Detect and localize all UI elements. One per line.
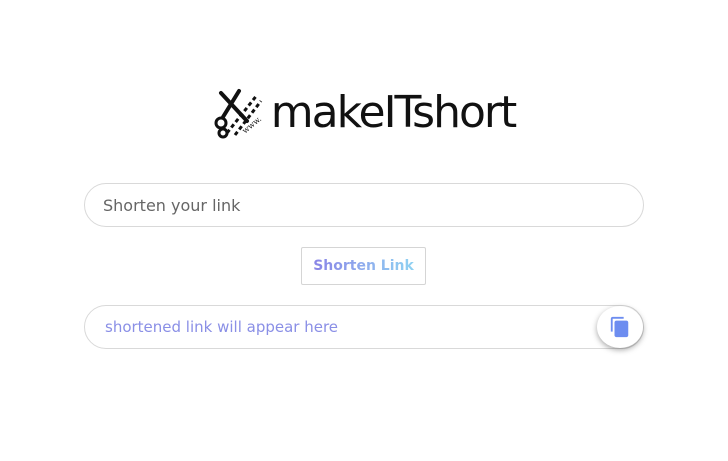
header: www. makeITshort [0,84,728,142]
copy-button[interactable] [597,306,643,348]
logo: www. makeITshort [213,87,517,139]
shorten-link-button[interactable]: Shorten Link [301,247,426,285]
brand-name: makeITshort [270,87,517,138]
shortened-link-output[interactable] [84,305,644,349]
scissors-icon: www. [214,89,263,139]
copy-icon [610,316,629,338]
result-field-wrapper [84,305,644,349]
shorten-link-button-label: Shorten Link [313,258,414,274]
link-input[interactable] [84,183,644,227]
